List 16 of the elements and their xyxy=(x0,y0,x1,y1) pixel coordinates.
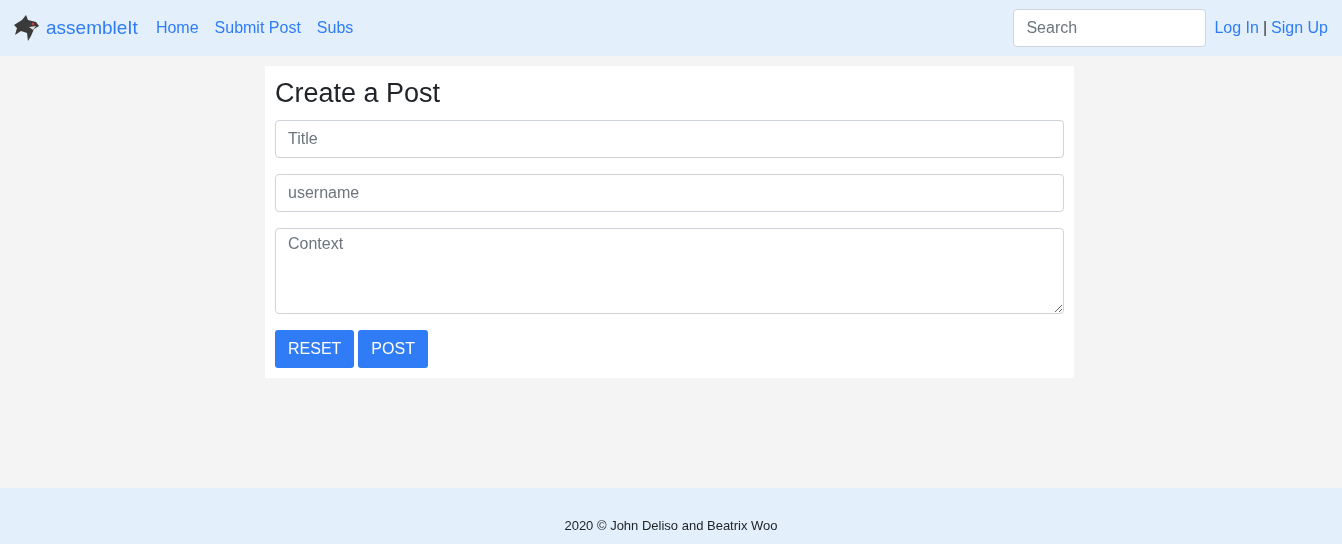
form-button[interactable]: POST xyxy=(358,330,428,368)
context-field[interactable]: Context xyxy=(275,228,1064,314)
footer-text: 2020 © John Deliso and Beatrix Woo xyxy=(564,518,778,533)
signup-link[interactable]: Sign Up xyxy=(1271,19,1328,37)
form-title: Create a Post xyxy=(275,77,442,110)
nav-link[interactable]: Submit Post xyxy=(214,19,301,37)
input-field[interactable]: username xyxy=(275,174,1064,212)
nav-link[interactable]: Subs xyxy=(316,19,354,37)
login-link[interactable]: Log In xyxy=(1214,19,1259,37)
fish-icon xyxy=(12,14,40,42)
form-button[interactable]: RESET xyxy=(275,330,355,368)
search-field[interactable]: Search xyxy=(1013,9,1207,47)
brand-link[interactable]: assembleIt xyxy=(12,14,138,42)
separator: | xyxy=(1262,19,1268,37)
input-field[interactable]: Title xyxy=(275,120,1064,158)
nav-link[interactable]: Home xyxy=(155,19,199,37)
